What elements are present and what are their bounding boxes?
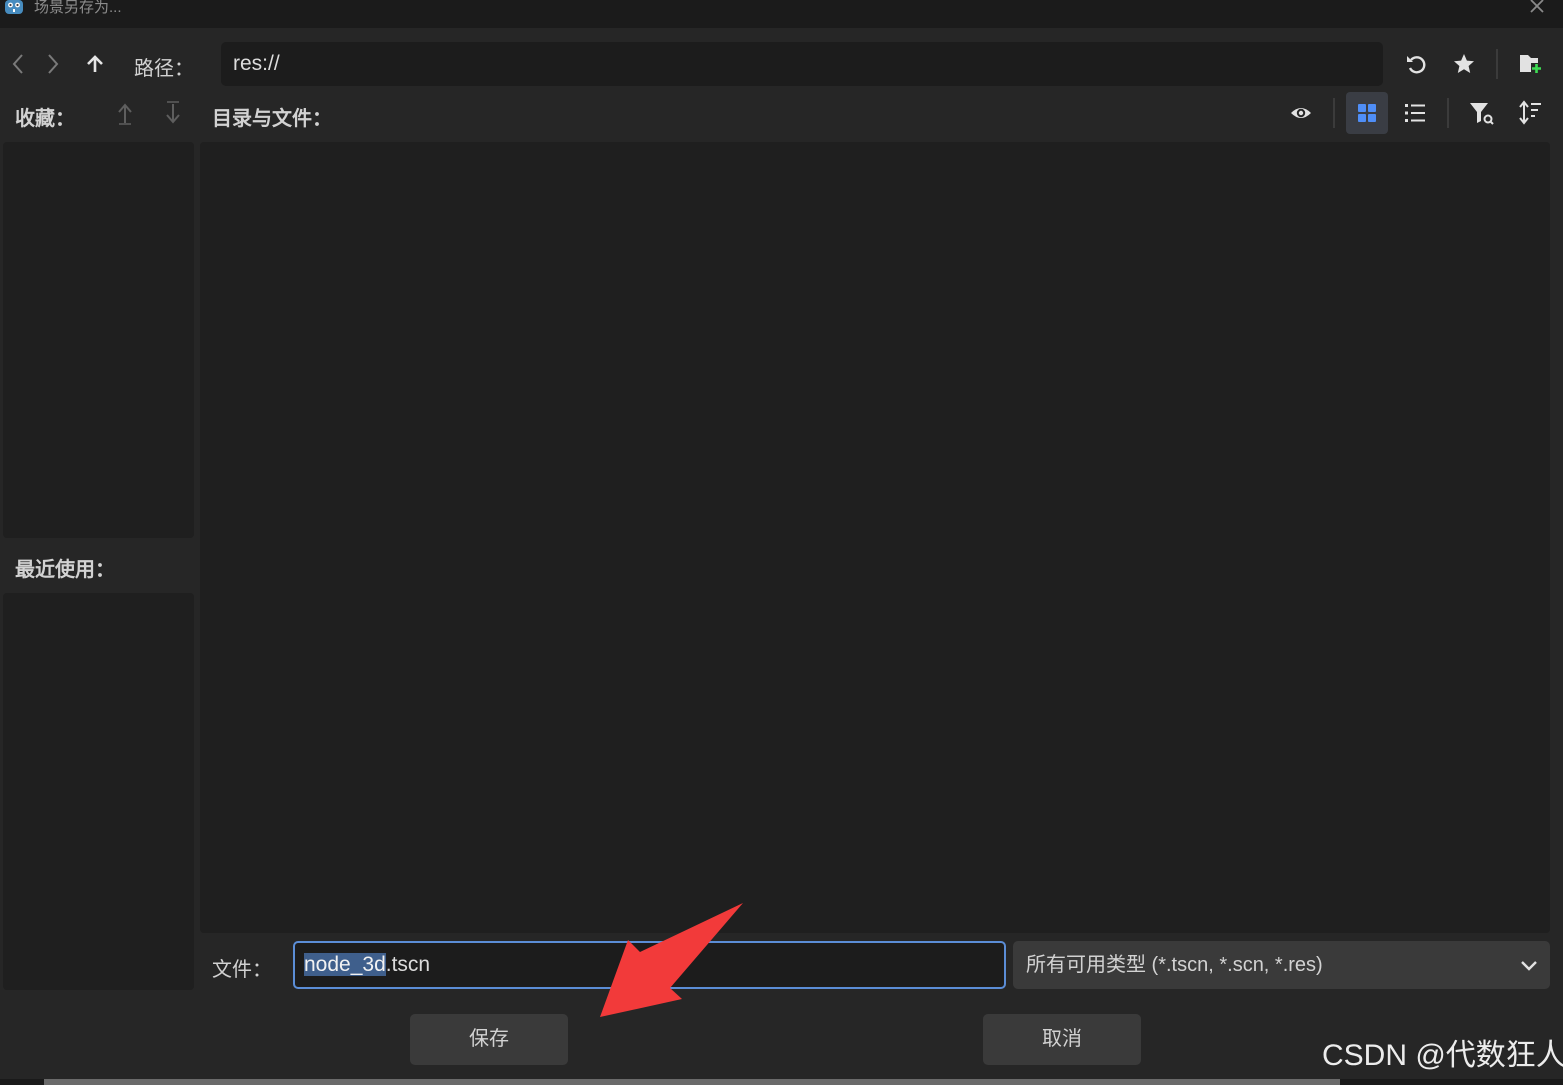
chevron-down-icon[interactable] xyxy=(1516,957,1542,975)
annotation-arrow xyxy=(590,895,755,1025)
star-icon[interactable] xyxy=(1450,50,1478,78)
file-label: 文件： xyxy=(212,959,272,981)
file-type-selected-value: 所有可用类型 (*.tscn, *.scn, *.res) xyxy=(1026,954,1323,976)
path-input[interactable]: res:// xyxy=(221,42,1383,86)
list-icon[interactable] xyxy=(1401,98,1429,128)
chevron-right-icon[interactable] xyxy=(43,50,63,78)
file-browser-area[interactable] xyxy=(200,142,1550,933)
sort-icon[interactable] xyxy=(1515,98,1545,128)
path-label: 路径： xyxy=(134,58,194,80)
filter-icon[interactable] xyxy=(1466,98,1496,128)
close-icon[interactable] xyxy=(1528,0,1546,16)
favorites-list[interactable] xyxy=(3,142,194,538)
godot-app-icon xyxy=(4,0,24,16)
grid-icon xyxy=(1356,102,1378,124)
file-type-select[interactable]: 所有可用类型 (*.tscn, *.scn, *.res) xyxy=(1013,941,1550,989)
toolbar-separator xyxy=(1496,49,1498,79)
arrow-up-icon[interactable] xyxy=(84,50,106,78)
file-name-extension-text: .tscn xyxy=(385,953,431,976)
favorites-label: 收藏： xyxy=(15,108,75,130)
toolbar-separator xyxy=(1333,98,1335,128)
grid-view-button[interactable] xyxy=(1346,92,1388,134)
cancel-button[interactable]: 取消 xyxy=(983,1014,1141,1065)
watermark-text: CSDN @代数狂人 xyxy=(1322,1039,1563,1072)
move-up-icon[interactable] xyxy=(114,98,136,128)
eye-icon[interactable] xyxy=(1287,98,1315,128)
recent-label: 最近使用： xyxy=(15,559,115,581)
toolbar-separator xyxy=(1447,98,1449,128)
file-name-selected-text: node_3d xyxy=(304,953,386,976)
window-title: 场景另存为... xyxy=(34,0,122,16)
title-bar xyxy=(0,0,1563,28)
recent-list[interactable] xyxy=(3,593,194,990)
save-button[interactable]: 保存 xyxy=(410,1014,568,1065)
chevron-left-icon[interactable] xyxy=(8,50,28,78)
new-folder-icon[interactable] xyxy=(1515,50,1545,78)
refresh-icon[interactable] xyxy=(1402,50,1430,78)
horizontal-scrollbar-thumb[interactable] xyxy=(44,1079,1340,1085)
move-down-icon[interactable] xyxy=(162,98,184,128)
files-label: 目录与文件： xyxy=(212,108,332,130)
